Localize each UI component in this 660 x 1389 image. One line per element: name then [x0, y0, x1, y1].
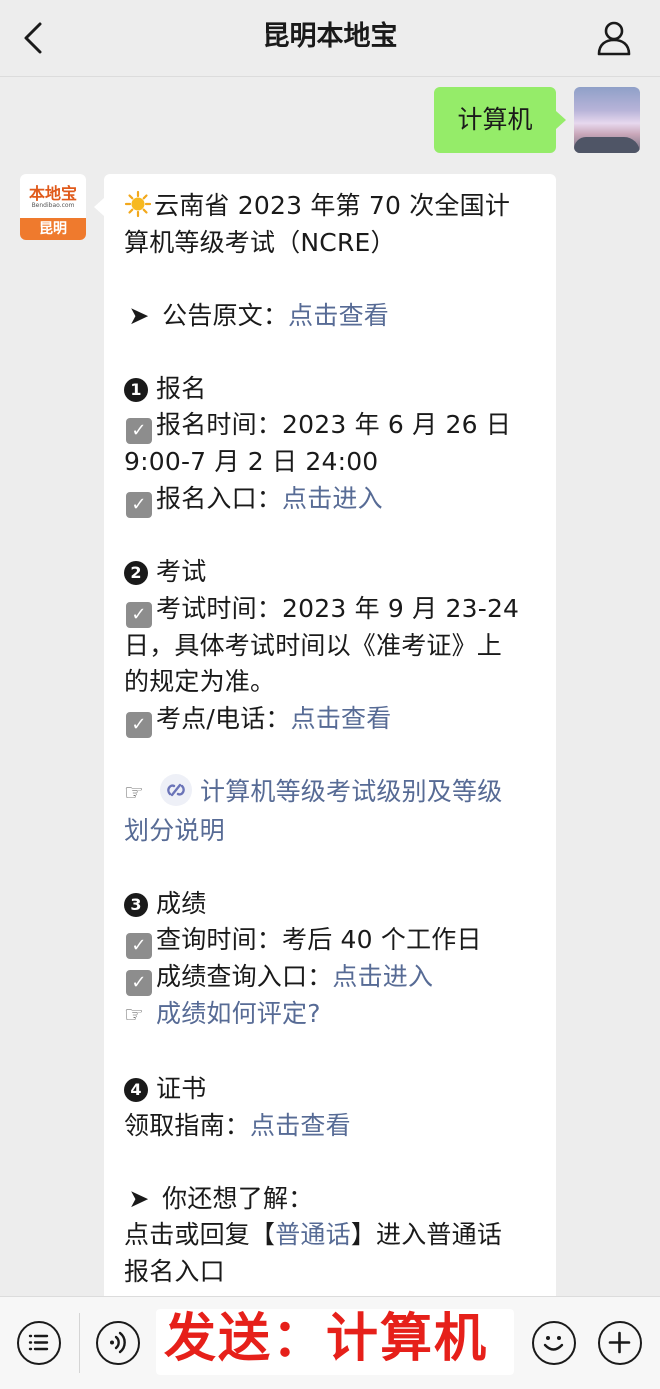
- notice-link[interactable]: 点击查看: [288, 301, 389, 330]
- checkbox-icon: ✓: [126, 933, 152, 959]
- exam-site-link[interactable]: 点击查看: [291, 704, 392, 733]
- input-bar: 发送：计算机: [0, 1296, 660, 1389]
- logo-url: Bendibao.com: [31, 202, 75, 209]
- checkbox-icon: ✓: [126, 711, 152, 738]
- score-entry-label: 成绩查询入口：: [156, 962, 333, 991]
- mini-program-link[interactable]: 计算机等级考试级别及等级: [200, 777, 502, 806]
- send-overlay-text: 发送：计算机: [164, 1309, 489, 1369]
- plus-icon[interactable]: [598, 1321, 642, 1365]
- mini-program-link-cont[interactable]: 划分说明: [124, 813, 544, 850]
- reply-title-cont: 算机等级考试（NCRE）: [124, 227, 396, 257]
- sun-emoji-icon: [124, 190, 152, 218]
- number-1-icon: 1: [124, 377, 148, 402]
- notice-label: 公告原文：: [162, 300, 289, 330]
- arrow-pointer-icon: ➤: [128, 300, 150, 330]
- voice-icon[interactable]: [96, 1321, 140, 1365]
- pointing-hand-icon: ☞: [124, 1003, 144, 1028]
- cert-label: 领取指南：: [124, 1110, 251, 1140]
- user-profile-icon[interactable]: [594, 18, 634, 58]
- section-title: 考试: [156, 557, 207, 586]
- number-3-icon: 3: [124, 892, 148, 917]
- arrow-pointer-icon: ➤: [128, 1183, 150, 1213]
- checkbox-icon: ✓: [126, 601, 152, 628]
- section-title: 成绩: [156, 888, 207, 918]
- reg-time-cont: 9:00-7 月 2 日 24:00: [124, 447, 379, 476]
- checkbox-icon: ✓: [126, 491, 152, 518]
- more-text-cont: 报名入口: [124, 1256, 225, 1286]
- score-time: 查询时间：考后 40 个工作日: [156, 925, 482, 954]
- number-2-icon: 2: [124, 561, 148, 585]
- user-message-bubble: 计算机: [434, 87, 566, 153]
- checkbox-icon: ✓: [126, 418, 152, 444]
- reply-title: 云南省 2023 年第 70 次全国计: [154, 191, 511, 220]
- score-rule-link[interactable]: 成绩如何评定?: [156, 999, 321, 1028]
- putonghua-link[interactable]: 普通话: [275, 1220, 351, 1249]
- reg-time: 报名时间：2023 年 6 月 26 日: [156, 410, 512, 439]
- more-text: 点击或回复【: [124, 1220, 276, 1249]
- avatar[interactable]: [574, 87, 640, 153]
- bot-reply-bubble: 云南省 2023 年第 70 次全国计 算机等级考试（NCRE） ➤ 公告原文：…: [94, 174, 556, 1314]
- section-title: 证书: [156, 1074, 207, 1103]
- cert-link[interactable]: 点击查看: [250, 1111, 351, 1140]
- exam-site-label: 考点/电话：: [156, 703, 291, 733]
- logo-city: 昆明: [20, 218, 86, 240]
- number-4-icon: 4: [124, 1078, 148, 1102]
- exam-time: 考试时间：2023 年 9 月 23-24: [156, 593, 520, 623]
- reg-entry-label: 报名入口：: [156, 483, 283, 513]
- exam-time-cont: 日，具体考试时间以《准考证》上: [124, 630, 503, 660]
- emoji-icon[interactable]: [532, 1321, 576, 1365]
- mini-program-icon: [160, 774, 192, 806]
- menu-icon[interactable]: [17, 1321, 61, 1365]
- bot-avatar[interactable]: 本地宝 Bendibao.com 昆明: [20, 174, 86, 240]
- more-text: 】进入普通话: [350, 1220, 503, 1249]
- reply-text: 云南省 2023 年第 70 次全国计 算机等级考试（NCRE） ➤ 公告原文：…: [124, 188, 544, 1290]
- section-title: 报名: [156, 373, 207, 403]
- page-title: 昆明本地宝: [262, 21, 398, 52]
- pointing-hand-icon: ☞: [124, 781, 144, 806]
- reg-entry-link[interactable]: 点击进入: [282, 484, 383, 513]
- header-bar: 昆明本地宝: [0, 0, 660, 77]
- exam-time-cont: 的规定为准。: [124, 667, 276, 696]
- score-entry-link[interactable]: 点击进入: [332, 962, 433, 991]
- more-title: 你还想了解：: [162, 1183, 314, 1213]
- logo-text: 本地宝: [28, 184, 77, 203]
- checkbox-icon: ✓: [126, 970, 152, 996]
